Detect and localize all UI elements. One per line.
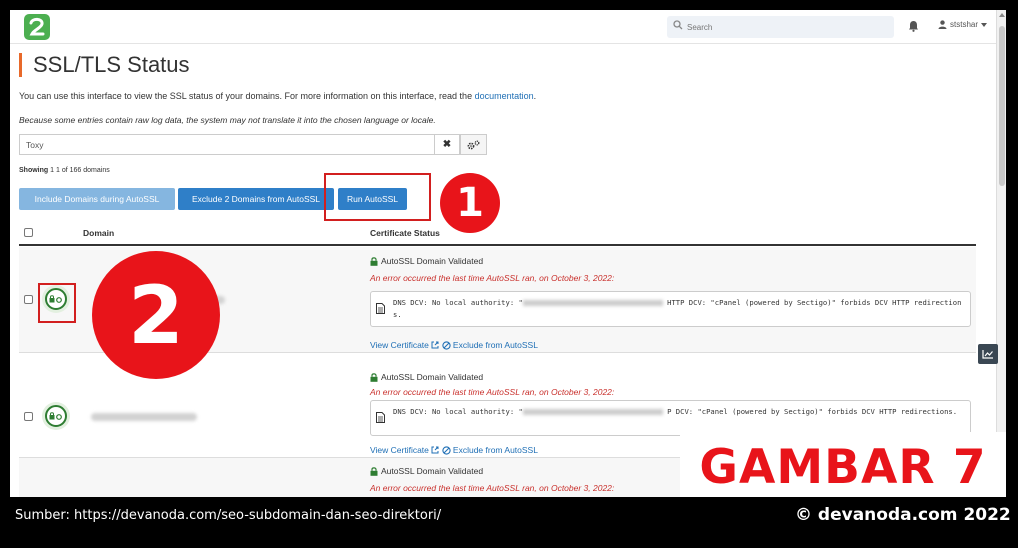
exclude-from-autossl-link[interactable]: Exclude from AutoSSL	[442, 340, 538, 350]
exclude-from-autossl-label: Exclude from AutoSSL	[452, 445, 538, 455]
figure-label: GAMBAR 7	[680, 432, 1006, 497]
copyright-caption: © devanoda.com 2022	[795, 505, 1011, 525]
autossl-error-message: An error occurred the last time AutoSSL …	[370, 387, 615, 397]
user-icon	[938, 20, 947, 29]
include-domains-button[interactable]: Include Domains during AutoSSL	[19, 188, 175, 210]
validation-status: AutoSSL Domain Validated	[370, 466, 483, 476]
browser-viewport: ststshar SSL/TLS Status You can use this…	[10, 10, 1006, 497]
highlight-box-run-autossl	[324, 173, 431, 221]
exclude-from-autossl-label: Exclude from AutoSSL	[452, 340, 538, 350]
log-text: DNS DCV: No local authority: " HTTP DCV:…	[393, 297, 966, 321]
log-text-b: P DCV: "cPanel (powered by Sectigo)" for…	[667, 407, 958, 416]
lock-icon	[49, 412, 62, 420]
exclude-from-autossl-link[interactable]: Exclude from AutoSSL	[442, 445, 538, 455]
view-certificate-link[interactable]: View Certificate	[370, 340, 439, 350]
row-actions: View Certificate Exclude from AutoSSL	[370, 340, 538, 350]
cpanel-logo-icon[interactable]	[24, 14, 50, 40]
showing-total: 166 domains	[69, 167, 110, 174]
domain-name-redacted	[91, 413, 197, 421]
showing-prefix: Showing	[19, 167, 49, 174]
ban-icon	[442, 445, 451, 455]
lock-icon	[370, 372, 378, 382]
search-input[interactable]	[687, 16, 887, 38]
top-navbar: ststshar	[10, 10, 996, 44]
log-redacted	[522, 300, 663, 306]
search-box[interactable]	[667, 16, 894, 38]
user-name: ststshar	[950, 20, 979, 29]
filter-settings-button[interactable]	[460, 134, 487, 155]
external-link-icon	[431, 446, 439, 454]
row-checkbox[interactable]	[24, 295, 33, 304]
column-header-domain[interactable]: Domain	[83, 228, 114, 238]
documentation-link[interactable]: documentation	[475, 91, 534, 101]
ssl-lock-ring	[45, 405, 67, 427]
log-text-a: DNS DCV: No local authority: "	[393, 298, 523, 307]
ban-icon	[442, 340, 451, 350]
log-redacted	[522, 409, 663, 415]
log-data-note: Because some entries contain raw log dat…	[19, 115, 436, 125]
validation-status: AutoSSL Domain Validated	[370, 372, 483, 382]
log-text-a: DNS DCV: No local authority: "	[393, 407, 523, 416]
validation-status-label: AutoSSL Domain Validated	[381, 372, 484, 382]
lock-icon	[370, 256, 378, 266]
document-icon	[376, 303, 385, 314]
showing-middle: 1 of	[55, 167, 68, 174]
view-certificate-label: View Certificate	[370, 445, 429, 455]
caret-down-icon	[981, 22, 988, 27]
lock-icon	[370, 466, 378, 476]
log-output-box: DNS DCV: No local authority: " HTTP DCV:…	[370, 291, 971, 327]
view-certificate-label: View Certificate	[370, 340, 429, 350]
log-text: DNS DCV: No local authority: " P DCV: "c…	[393, 406, 966, 418]
validation-status-label: AutoSSL Domain Validated	[381, 256, 484, 266]
showing-count: Showing 1 1 of 166 domains	[19, 167, 110, 174]
validation-status: AutoSSL Domain Validated	[370, 256, 483, 266]
row-checkbox[interactable]	[24, 412, 33, 421]
table-header: Domain Certificate Status	[19, 222, 976, 246]
showing-range: 1	[50, 167, 55, 174]
source-caption: Sumber: https://devanoda.com/seo-subdoma…	[15, 508, 442, 523]
ssl-status-badge[interactable]	[42, 402, 70, 430]
select-all-checkbox[interactable]	[24, 228, 33, 237]
notification-bell-icon[interactable]	[908, 20, 919, 32]
stats-chart-icon[interactable]	[978, 344, 998, 364]
filter-input[interactable]	[19, 134, 434, 155]
autossl-error-message: An error occurred the last time AutoSSL …	[370, 273, 615, 283]
autossl-error-message: An error occurred the last time AutoSSL …	[370, 483, 615, 493]
column-header-certificate-status[interactable]: Certificate Status	[370, 228, 440, 238]
intro-text: You can use this interface to view the S…	[19, 91, 536, 101]
scrollbar-thumb[interactable]	[999, 26, 1005, 186]
page-title: SSL/TLS Status	[19, 53, 190, 77]
search-icon	[673, 20, 683, 30]
user-menu[interactable]: ststshar	[938, 20, 988, 29]
clear-filter-button[interactable]: ✖	[434, 134, 460, 155]
exclude-domains-button[interactable]: Exclude 2 Domains from AutoSSL	[178, 188, 334, 210]
intro-text-body: You can use this interface to view the S…	[19, 91, 473, 101]
page-scrollbar[interactable]	[996, 10, 1006, 497]
intro-text-end: .	[533, 91, 537, 101]
step-2-marker: 2	[92, 251, 220, 379]
highlight-box-ssl-badge	[38, 283, 76, 323]
validation-status-label: AutoSSL Domain Validated	[381, 466, 484, 476]
gears-icon	[467, 140, 480, 149]
document-icon	[376, 412, 385, 423]
scroll-up-icon[interactable]	[999, 13, 1005, 17]
row-actions: View Certificate Exclude from AutoSSL	[370, 445, 538, 455]
view-certificate-link[interactable]: View Certificate	[370, 445, 439, 455]
step-1-marker: 1	[440, 173, 500, 233]
line-chart-icon	[982, 350, 993, 359]
external-link-icon	[431, 341, 439, 349]
log-output-box: DNS DCV: No local authority: " P DCV: "c…	[370, 400, 971, 436]
